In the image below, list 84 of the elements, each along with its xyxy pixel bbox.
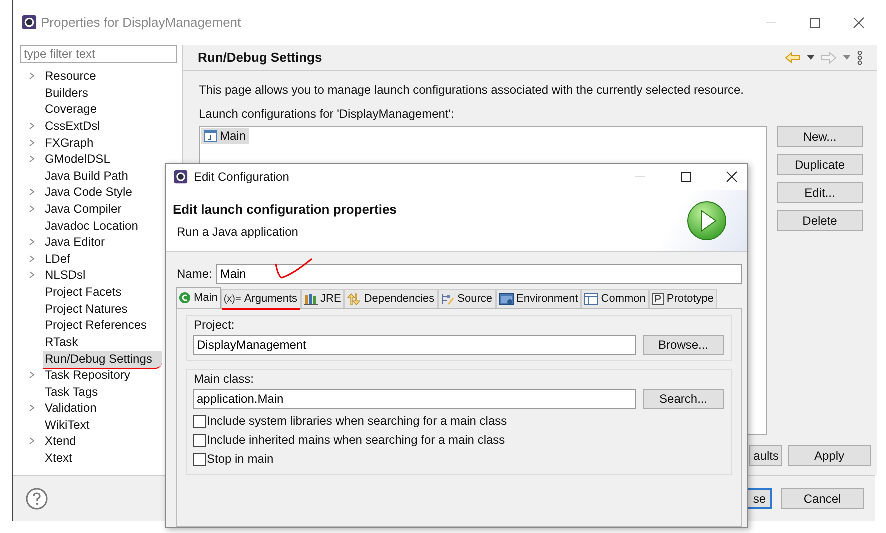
action-button[interactable]: aults (749, 445, 782, 466)
page-title: Run/Debug Settings (198, 50, 322, 65)
close-icon[interactable] (726, 171, 738, 183)
tree-item[interactable]: Task Repository (20, 366, 132, 384)
tree-item[interactable]: Project References (20, 316, 150, 334)
chevron-icon[interactable] (29, 437, 35, 446)
tree-item[interactable]: Coverage (20, 101, 100, 118)
dialog-title: Edit Configuration (194, 170, 290, 184)
maximize-icon[interactable] (809, 16, 821, 28)
tab[interactable]: Dependencies (344, 289, 438, 308)
tree-item[interactable]: Project Natures (20, 300, 130, 317)
help-icon[interactable] (26, 488, 48, 510)
chevron-icon[interactable] (29, 72, 35, 80)
more-icon[interactable] (857, 50, 863, 64)
tree-item[interactable]: FXGraph (20, 134, 96, 151)
tree-item[interactable]: Validation (20, 400, 99, 416)
checkbox[interactable] (193, 452, 206, 466)
tree-item[interactable]: Xtext (20, 450, 74, 466)
list-label: Launch configurations for 'DisplayManagement': (199, 107, 456, 121)
tree-item[interactable]: LDef (20, 250, 72, 268)
window-title: Properties for DisplayManagement (41, 15, 242, 30)
tab[interactable]: Prototype (648, 289, 718, 308)
checkbox-label: Include inherited mains when searching for a main class (207, 433, 506, 447)
tree-item[interactable]: RTask (20, 334, 80, 350)
chevron-icon[interactable] (29, 404, 35, 412)
environment-icon (498, 293, 514, 305)
tree-item[interactable]: Java Compiler (20, 200, 124, 218)
group-label: Main class: (193, 372, 256, 386)
class-icon (179, 292, 191, 304)
close-icon[interactable] (853, 16, 865, 28)
tree-item[interactable]: Task Tags (20, 383, 100, 400)
arrows-icon (347, 292, 362, 306)
action-button[interactable]: Apply (788, 445, 871, 466)
main-class-field[interactable]: application.Main (193, 389, 636, 409)
dialog-button[interactable]: Cancel (781, 488, 864, 509)
maximize-icon[interactable] (680, 171, 692, 183)
checkbox[interactable] (193, 434, 206, 446)
table-icon (584, 293, 598, 305)
tab[interactable]: Source (438, 289, 496, 308)
source-tree-icon (440, 292, 455, 306)
tree-item[interactable]: Javadoc Location (20, 217, 140, 234)
caret-icon[interactable] (807, 55, 815, 60)
tree-item[interactable]: Java Editor (20, 234, 108, 251)
action-button[interactable]: Edit... (777, 182, 863, 203)
filter-field[interactable]: type filter text (20, 45, 177, 63)
tab[interactable]: Main (176, 287, 221, 308)
books-icon (304, 293, 318, 305)
action-button[interactable]: Delete (777, 210, 863, 231)
gear-icon (174, 170, 188, 184)
tree-item[interactable]: NLSDsl (20, 267, 88, 284)
gear-icon (22, 15, 37, 30)
search-button[interactable]: Search... (643, 389, 724, 409)
prototype-icon (652, 293, 664, 305)
java-app-icon (204, 130, 217, 142)
tab[interactable]: (x)= Arguments (220, 289, 301, 308)
tab[interactable]: Common (581, 289, 649, 308)
tree-item[interactable]: Xtend (20, 433, 78, 450)
browse-button[interactable]: Browse... (643, 335, 724, 355)
name-field[interactable]: Main (216, 264, 742, 284)
tab[interactable]: Environment (496, 289, 582, 308)
tab[interactable]: JRE (300, 289, 344, 308)
tree-item[interactable]: CssExtDsl (20, 118, 102, 134)
chevron-icon[interactable] (29, 370, 35, 379)
checkbox-label: Include system libraries when searching for a main class (207, 414, 508, 428)
back-arrow-icon[interactable] (785, 52, 801, 64)
checkbox-label: Stop in main (207, 452, 274, 466)
configuration-item[interactable]: Main (201, 128, 250, 144)
tree-item[interactable]: Resource (20, 68, 98, 85)
tree-item[interactable]: Java Code Style (20, 184, 134, 201)
dialog-subtitle: Run a Java application (177, 225, 300, 239)
action-button[interactable]: Duplicate (777, 154, 863, 175)
tree-item[interactable]: Builders (20, 84, 90, 102)
tree-item[interactable]: WikiText (20, 416, 92, 434)
action-button[interactable]: New... (777, 126, 863, 147)
name-label: Name: (177, 267, 212, 281)
tree-item[interactable]: Project Facets (20, 284, 124, 300)
description-text: This page allows you to manage launch configurations associated with the currently selected resource. (199, 83, 745, 97)
tree-item[interactable]: GModelDSL (20, 150, 112, 168)
dialog-heading: Edit launch configuration properties (173, 202, 398, 217)
tree-item[interactable]: Java Build Path (20, 168, 130, 184)
project-field[interactable]: DisplayManagement (193, 335, 636, 355)
run-icon (687, 200, 727, 240)
group-label: Project: (193, 318, 236, 332)
checkbox[interactable] (193, 414, 206, 428)
